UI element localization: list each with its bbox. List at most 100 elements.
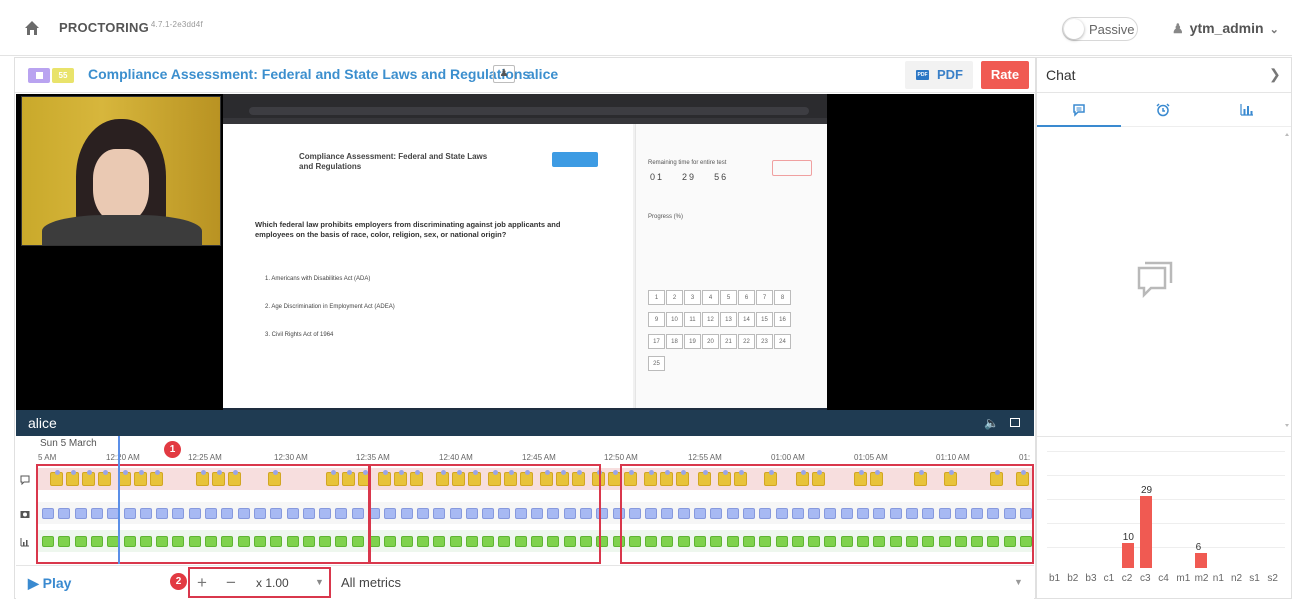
user-menu[interactable]: ♟ ytm_admin ⌄ (1172, 20, 1279, 37)
chevron-right-icon[interactable]: ❯ (1269, 66, 1281, 83)
timer-label: Remaining time for entire test (648, 160, 727, 166)
timeline-tick-label: 12:50 AM (604, 453, 638, 462)
timeline-tick-label: 01:05 AM (854, 453, 888, 462)
exam-user[interactable]: alice (527, 66, 558, 82)
question-cell: 8 (774, 290, 791, 305)
chat-tabs (1037, 94, 1291, 127)
session-header: 55 Compliance Assessment: Federal and St… (15, 58, 1035, 93)
bar-chart-icon (1240, 104, 1253, 116)
metrics-icon (20, 534, 30, 547)
exam-page: Compliance Assessment: Federal and State… (223, 124, 633, 408)
question-cell: 12 (702, 312, 719, 327)
question-cell: 25 (648, 356, 665, 371)
zoom-controls: + − x 1.00 ▼ (188, 567, 331, 598)
metrics-select[interactable]: All metrics (341, 575, 401, 590)
score-badge: 55 (52, 68, 74, 83)
bar-value-label: 6 (1195, 542, 1202, 553)
volume-icon[interactable]: 🔈 (984, 416, 999, 430)
timeline-tick-label: 12:25 AM (188, 453, 222, 462)
pdf-icon: PDF (916, 70, 929, 80)
question-cell: 7 (756, 290, 773, 305)
timeline[interactable]: Sun 5 March 5 AM 12:20 AM 12:25 AM 12:30 AM… (16, 436, 1034, 564)
chat-panel: Chat ❯ b1 b2 b3 c1 c2 10 c3 29 c4 m1 m2 6 n1 n2 s1 s2 (1036, 57, 1292, 599)
timeline-tick-label: 01:00 AM (771, 453, 805, 462)
question-cell: 14 (738, 312, 755, 327)
video-player[interactable]: Compliance Assessment: Federal and State… (16, 94, 1034, 436)
playback-controls: ▶ Play 2 + − x 1.00 ▼ All metrics ▼ (16, 565, 1034, 599)
exam-title[interactable]: Compliance Assessment: Federal and State… (88, 66, 530, 82)
timer: 01 29 56 (650, 172, 729, 182)
bar-category-label: n1 (1212, 573, 1224, 584)
timeline-tick-label: 12:30 AM (274, 453, 308, 462)
question-cell: 23 (756, 334, 773, 349)
question-cell: 13 (720, 312, 737, 327)
question-cell: 2 (666, 290, 683, 305)
bar[interactable] (1194, 553, 1207, 568)
pdf-button[interactable]: PDF PDF (905, 61, 973, 89)
chevron-down-icon: ⌄ (1269, 24, 1279, 36)
metrics-bar-chart: b1 b2 b3 c1 c2 10 c3 29 c4 m1 m2 6 n1 n2 s1 s2 (1037, 436, 1291, 598)
highlight-box (620, 464, 1034, 564)
timeline-tick-label: 12:55 AM (688, 453, 722, 462)
timeline-tick-label: 12:40 AM (439, 453, 473, 462)
question-cell: 16 (774, 312, 791, 327)
answer-option: 2. Age Discrimination in Employment Act … (265, 304, 395, 310)
zoom-out-button[interactable]: − (226, 573, 236, 593)
rate-button[interactable]: Rate (981, 61, 1029, 89)
question-cell: 19 (684, 334, 701, 349)
highlight-box (369, 464, 601, 564)
session-panel: 55 Compliance Assessment: Federal and St… (14, 57, 1036, 599)
status-badge (28, 68, 50, 83)
zoom-in-button[interactable]: + (197, 573, 207, 593)
next-question-button (552, 152, 598, 167)
bar[interactable] (1140, 495, 1152, 568)
question-cell: 15 (756, 312, 773, 327)
answer-option: 3. Civil Rights Act of 1964 (265, 332, 334, 338)
chat-messages[interactable] (1037, 128, 1291, 434)
annotation-marker: 2 (170, 573, 187, 590)
question-grid: 1 2 3 4 5 6 7 89 10 11 12 13 14 15 1617 18 19 20 21 22 23 242… (648, 286, 804, 374)
bar-category-label: c3 (1140, 573, 1151, 584)
bar-category-label: b2 (1067, 573, 1079, 584)
question-text: Which federal law prohibits employers fr… (255, 220, 561, 239)
highlight-box (36, 464, 370, 564)
passive-label: Passive (1089, 22, 1135, 37)
question-cell: 3 (684, 290, 701, 305)
caret-down-icon[interactable]: ▼ (315, 577, 324, 587)
end-test-button (772, 160, 812, 176)
question-cell: 17 (648, 334, 665, 349)
question-title: Compliance Assessment: Federal and State… (299, 152, 488, 171)
timeline-row-icons (16, 466, 34, 562)
play-button[interactable]: ▶ Play (28, 575, 71, 592)
screen-capture: Compliance Assessment: Federal and State… (223, 94, 827, 416)
bar[interactable] (1121, 543, 1134, 568)
question-cell: 5 (720, 290, 737, 305)
bar-category-label: c2 (1121, 573, 1133, 584)
passive-toggle[interactable]: Passive (1062, 17, 1138, 41)
tab-proctor-events[interactable] (1121, 94, 1205, 127)
speed-select[interactable]: x 1.00 (256, 576, 289, 590)
question-cell: 9 (648, 312, 665, 327)
timeline-tick-label: 5 AM (38, 453, 57, 462)
bar-value-label: 29 (1141, 484, 1153, 496)
chat-header: Chat ❯ (1037, 58, 1291, 93)
question-cell: 20 (702, 334, 719, 349)
bar-category-label: m1 (1176, 573, 1191, 584)
top-bar: PROCTORING 4.7.1-2e3dd4f Passive ♟ ytm_adm… (0, 0, 1292, 56)
video-caption-bar: alice 🔈 (16, 410, 1034, 436)
exam-sidepanel: Remaining time for entire test 01 29 56 … (635, 124, 827, 408)
question-cell: 18 (666, 334, 683, 349)
user-card-icon[interactable]: ♟ (493, 65, 515, 83)
window-icon[interactable] (1010, 418, 1020, 427)
question-cell: 22 (738, 334, 755, 349)
question-cell: 4 (702, 290, 719, 305)
home-icon[interactable] (24, 20, 40, 36)
chat-scrollbar[interactable] (1283, 128, 1291, 434)
tab-chat[interactable] (1037, 94, 1121, 127)
tab-metrics[interactable] (1205, 94, 1289, 127)
timeline-tick-label: 12:20 AM (106, 453, 140, 462)
caret-down-icon[interactable]: ▼ (1014, 577, 1023, 587)
chat-title: Chat (1046, 67, 1076, 83)
playhead[interactable] (118, 436, 120, 564)
bar-category-label: s2 (1267, 573, 1278, 584)
